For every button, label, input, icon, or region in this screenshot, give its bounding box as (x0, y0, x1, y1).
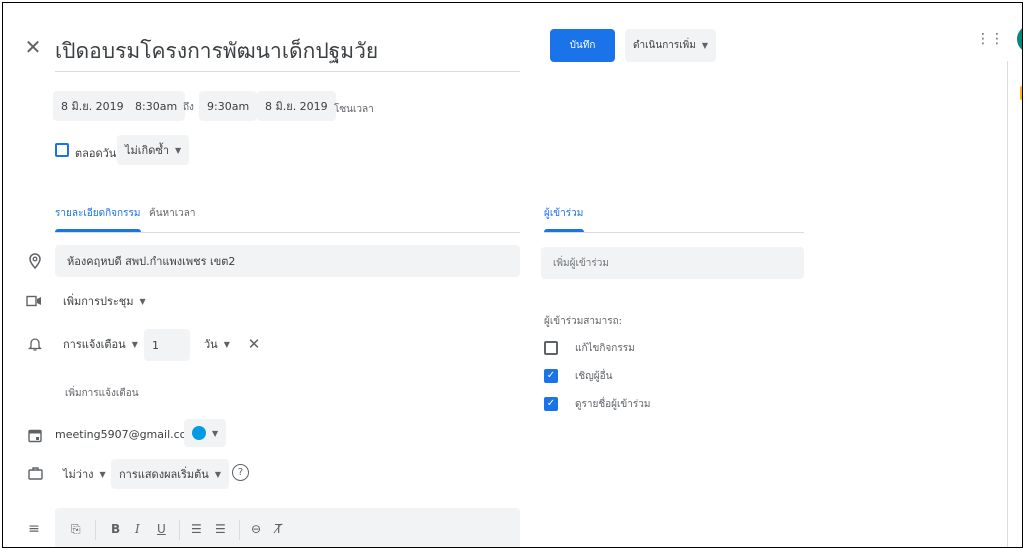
side-panel (1007, 61, 1023, 547)
avatar-initial: n (1022, 32, 1023, 46)
all-day-label: ตลอดวัน (75, 147, 117, 160)
tab-find-time[interactable]: ค้นหาเวลา (149, 206, 196, 221)
permission-see-guests-label: ดูรายชื่อผู้เข้าร่วม (575, 399, 651, 410)
bold-icon[interactable]: B (111, 522, 120, 536)
notification-type-value: การแจ้งเตือน (63, 338, 126, 351)
notification-amount-input[interactable]: 1 (144, 329, 190, 361)
numbered-list-icon[interactable]: ☰ (191, 522, 202, 536)
permission-invite-label: เชิญผู้อื่น (575, 371, 613, 382)
permission-modify-label: แก้ไขกิจกรรม (575, 343, 635, 354)
event-title-field[interactable]: เปิดอบรมโครงการพัฒนาเด็กปฐมวัย (55, 30, 520, 72)
chevron-down-icon: ▼ (99, 469, 106, 479)
calendar-owner-email: meeting5907@gmail.com (55, 428, 198, 441)
end-time-button[interactable]: 9:30am (199, 91, 258, 121)
permission-invite-checkbox[interactable]: ✓ (544, 369, 558, 383)
video-camera-icon (25, 293, 43, 309)
chevron-down-icon: ▼ (175, 145, 182, 155)
chevron-down-icon: ▼ (131, 339, 138, 349)
chevron-down-icon: ▼ (139, 296, 146, 306)
guests-tab-divider (544, 232, 804, 233)
tabs-divider (55, 232, 520, 233)
add-notification-link[interactable]: เพิ่มการแจ้งเตือน (65, 386, 139, 401)
permission-modify-checkbox[interactable] (544, 341, 558, 355)
availability-value: ไม่ว่าง (63, 468, 94, 481)
add-conferencing-label: เพิ่มการประชุม (63, 295, 134, 308)
start-time-button[interactable]: 8:30am (127, 91, 186, 121)
recurrence-value: ไม่เกิดซ้ำ (125, 144, 169, 157)
notification-type-dropdown[interactable]: การแจ้งเตือน ▼ (55, 329, 146, 359)
more-actions-button[interactable]: ดำเนินการเพิ่ม ▼ (625, 29, 716, 62)
calendar-icon (27, 427, 43, 443)
guest-permissions-heading: ผู้เข้าร่วมสามารถ: (544, 316, 623, 327)
availability-dropdown[interactable]: ไม่ว่าง ▼ (55, 459, 114, 489)
event-color-swatch (192, 426, 206, 440)
more-actions-label: ดำเนินการเพิ่ม (633, 40, 696, 51)
event-editor-window: ✕ เปิดอบรมโครงการพัฒนาเด็กปฐมวัย บันทึก … (2, 2, 1023, 548)
avatar[interactable]: n (1017, 25, 1023, 53)
attachment-icon[interactable]: ⎘ (71, 522, 81, 537)
visibility-value: การแสดงผลเริ่มต้น (119, 468, 209, 481)
chevron-down-icon: ▼ (701, 41, 708, 50)
recurrence-dropdown[interactable]: ไม่เกิดซ้ำ ▼ (117, 135, 190, 165)
briefcase-icon (27, 465, 43, 481)
tab-guests[interactable]: ผู้เข้าร่วม (544, 206, 583, 221)
bulleted-list-icon[interactable]: ☰ (215, 522, 226, 536)
side-panel-yellow-icon[interactable] (1020, 86, 1022, 100)
apps-grid-icon[interactable]: ⋮⋮ (976, 31, 1004, 47)
underline-icon[interactable]: U (157, 522, 166, 536)
close-icon[interactable]: ✕ (23, 35, 43, 59)
tab-event-details[interactable]: รายละเอียดกิจกรรม (55, 206, 140, 221)
toolbar-separator (239, 520, 240, 540)
end-date-button[interactable]: 8 มิ.ย. 2019 (257, 91, 336, 121)
start-date-button[interactable]: 8 มิ.ย. 2019 (53, 91, 132, 121)
chevron-down-icon: ▼ (223, 339, 230, 349)
toolbar-separator (95, 520, 96, 540)
add-conferencing-dropdown[interactable]: เพิ่มการประชุม ▼ (55, 286, 154, 316)
timezone-link[interactable]: โซนเวลา (334, 102, 374, 117)
description-lines-icon: ≡ (28, 521, 40, 537)
event-color-dropdown[interactable]: ▼ (184, 419, 227, 447)
link-icon[interactable]: ⊖ (251, 522, 261, 536)
remove-notification-icon[interactable]: ✕ (245, 335, 263, 353)
location-input[interactable]: ห้องคฤหบดี สพป.กำแพงเพชร เขต2 (55, 245, 520, 277)
event-title: เปิดอบรมโครงการพัฒนาเด็กปฐมวัย (55, 40, 379, 63)
save-button[interactable]: บันทึก (550, 29, 615, 62)
chevron-down-icon: ▼ (214, 469, 221, 479)
visibility-dropdown[interactable]: การแสดงผลเริ่มต้น ▼ (111, 459, 229, 489)
bell-icon (27, 336, 43, 352)
notification-unit-value: วัน (204, 338, 218, 351)
notification-unit-dropdown[interactable]: วัน ▼ (196, 329, 238, 359)
italic-icon[interactable]: I (135, 522, 140, 536)
clear-formatting-icon[interactable]: T̸ (275, 522, 282, 536)
location-pin-icon (27, 253, 43, 269)
help-icon[interactable]: ? (232, 464, 249, 481)
date-range-separator: ถึง (183, 102, 194, 113)
permission-see-guests-checkbox[interactable]: ✓ (544, 397, 558, 411)
chevron-down-icon: ▼ (212, 428, 219, 438)
all-day-checkbox[interactable] (55, 143, 69, 157)
description-toolbar: ⎘ B I U ☰ ☰ ⊖ T̸ (55, 508, 520, 547)
toolbar-separator (179, 520, 180, 540)
side-panel-blue-icon[interactable] (1022, 141, 1023, 155)
add-guests-input[interactable]: เพิ่มผู้เข้าร่วม (541, 247, 804, 279)
